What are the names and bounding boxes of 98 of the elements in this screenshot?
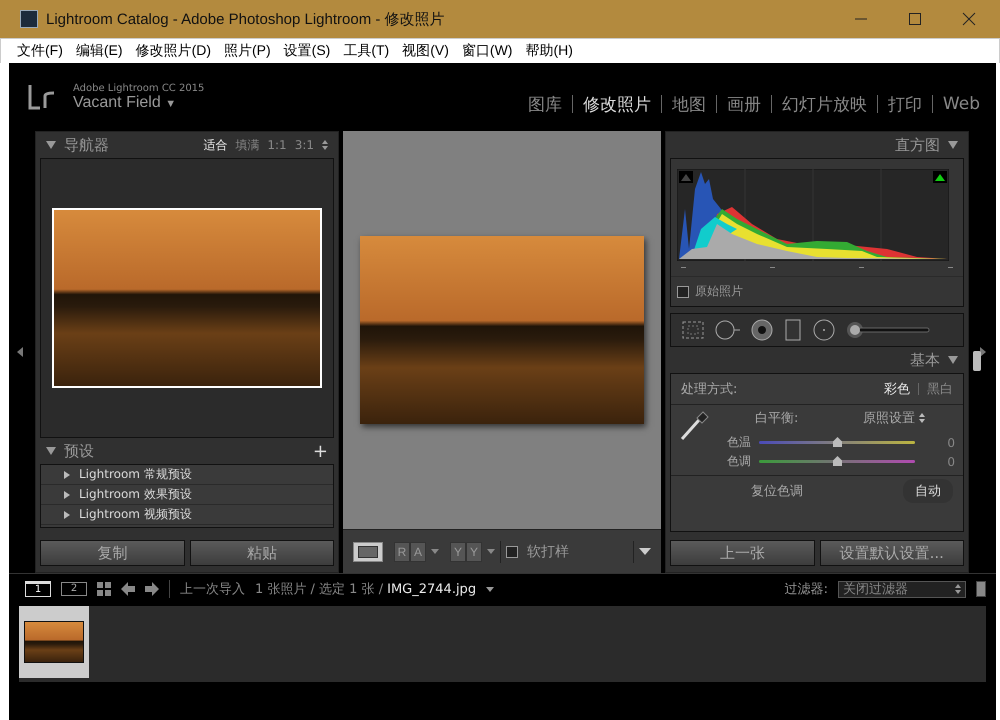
module-tab[interactable]: 幻灯片放映 <box>782 92 867 116</box>
collapse-icon[interactable] <box>948 356 958 364</box>
forward-arrow-icon[interactable] <box>145 582 159 596</box>
zoom-option[interactable]: 1:1 <box>267 138 287 152</box>
treatment-label: 处理方式: <box>681 381 738 398</box>
module-tab[interactable]: 图库 <box>528 92 562 116</box>
back-arrow-icon[interactable] <box>121 582 135 596</box>
close-icon[interactable] <box>962 12 976 26</box>
toolbar-menu-icon[interactable] <box>639 548 651 555</box>
file-name[interactable]: IMG_2744.jpg <box>387 582 476 596</box>
identity-plate[interactable]: Vacant Field ▼ <box>73 94 204 112</box>
disclosure-icon[interactable] <box>63 470 71 478</box>
module-tab[interactable]: 地图 <box>672 92 706 116</box>
disclosure-icon[interactable] <box>63 510 71 518</box>
preset-folder-label: Lightroom 常规预设 <box>79 466 192 483</box>
soft-proof-checkbox[interactable] <box>506 546 518 558</box>
dropdown-caret-icon[interactable] <box>487 549 495 554</box>
right-panel-arrow-icon[interactable] <box>980 347 986 357</box>
module-tab[interactable]: 修改照片 <box>582 92 651 116</box>
selection-info: 1 张照片 / 选定 1 张 / <box>255 581 384 598</box>
preset-folder[interactable]: Lightroom 常规预设 <box>41 465 333 485</box>
disclosure-icon[interactable] <box>63 490 71 498</box>
slider-value: 0 <box>946 454 955 468</box>
shadow-clipping-icon[interactable] <box>679 171 693 183</box>
menu-item[interactable]: 照片(P) <box>224 42 271 60</box>
loupe-view-button[interactable] <box>353 542 383 562</box>
menu-item[interactable]: 视图(V) <box>402 42 449 60</box>
spot-removal-icon[interactable] <box>715 320 741 340</box>
panel-button[interactable]: 上一张 <box>670 540 814 566</box>
preset-folder[interactable]: Lightroom 视频预设 <box>41 505 333 525</box>
filmstrip-thumbnail[interactable] <box>19 606 89 678</box>
preset-folder[interactable]: Lightroom 效果预设 <box>41 485 333 505</box>
stepper-icon[interactable] <box>919 413 925 423</box>
panel-button[interactable]: 设置默认设置... <box>820 540 964 566</box>
dropdown-caret-icon[interactable] <box>431 549 439 554</box>
menu-item[interactable]: 帮助(H) <box>525 42 573 60</box>
maximize-icon[interactable] <box>908 12 922 26</box>
filter-dropdown[interactable]: 关闭过滤器 <box>838 580 966 598</box>
brush-size-slider-icon[interactable] <box>845 320 931 340</box>
left-panel-arrow-icon[interactable] <box>17 347 23 357</box>
filter-label: 过滤器: <box>784 581 828 598</box>
target-circle-icon[interactable] <box>751 319 773 341</box>
preset-folder-label: Lightroom 视频预设 <box>79 506 192 523</box>
window-title: Lightroom Catalog - Adobe Photoshop Lightroom - 修改照片 <box>46 10 445 28</box>
panel-button[interactable]: 粘贴 <box>190 540 334 566</box>
grid-icon[interactable] <box>97 582 111 596</box>
module-tab[interactable]: 打印 <box>888 92 922 116</box>
menu-item[interactable]: 修改照片(D) <box>136 42 211 60</box>
app-icon <box>20 10 38 28</box>
balance-dropdown[interactable]: 原照设置 <box>863 409 925 427</box>
soft-proof-label: 软打样 <box>527 542 569 560</box>
treatment-option[interactable]: 彩色 <box>884 380 910 398</box>
source-label[interactable]: 上一次导入 <box>180 580 245 598</box>
menu-item[interactable]: 窗口(W) <box>462 42 512 60</box>
auto-button[interactable]: 自动 <box>903 479 953 503</box>
zoom-option[interactable]: 适合 <box>203 136 228 154</box>
graduated-filter-icon[interactable] <box>783 319 803 341</box>
slider-label: 色调 <box>726 453 751 470</box>
preset-folder-label: Lightroom 效果预设 <box>79 486 192 503</box>
menu-item[interactable]: 工具(T) <box>343 42 390 60</box>
secondary-window-button[interactable]: 2 <box>61 582 87 596</box>
module-tab[interactable]: 画册 <box>726 92 761 116</box>
menu-item[interactable]: 文件(F) <box>17 42 63 60</box>
tone-section-label: 复位色调 <box>751 483 803 500</box>
stepper-icon[interactable] <box>322 140 328 150</box>
eyedropper-icon[interactable] <box>679 409 711 441</box>
panel-button[interactable]: 复制 <box>40 540 184 566</box>
slider-label: 色温 <box>726 434 751 451</box>
lr-logo <box>27 83 57 111</box>
zoom-option[interactable]: 3:1 <box>294 138 314 152</box>
collapse-icon[interactable] <box>46 141 56 149</box>
secondary-window-button[interactable]: 1 <box>25 581 51 597</box>
stepper-icon[interactable] <box>955 584 961 594</box>
balance-label: 白平衡: <box>755 410 798 427</box>
panel-title: 预设 <box>64 442 94 460</box>
add-preset-button[interactable]: + <box>312 440 328 462</box>
scrollbar-thumb[interactable] <box>973 351 981 371</box>
highlight-clipping-icon[interactable] <box>933 171 947 183</box>
collapse-icon[interactable] <box>948 141 958 149</box>
panel-title: 导航器 <box>64 136 109 154</box>
collapse-icon[interactable] <box>46 447 56 455</box>
slider-value: 0 <box>946 436 955 450</box>
radial-filter-icon[interactable] <box>813 319 835 341</box>
dropdown-caret-icon[interactable] <box>486 586 494 592</box>
slider-thumb[interactable] <box>833 437 842 447</box>
slider-thumb[interactable] <box>833 456 842 466</box>
panel-title: 直方图 <box>895 136 940 154</box>
original-photo-checkbox[interactable] <box>677 286 689 298</box>
zoom-option[interactable]: 填满 <box>235 136 260 154</box>
menu-item[interactable]: 设置(S) <box>284 42 330 60</box>
panel-title: 基本 <box>910 350 940 370</box>
menu-item[interactable]: 编辑(E) <box>76 42 123 60</box>
module-tab[interactable]: Web <box>942 94 980 114</box>
crop-icon[interactable] <box>681 320 705 340</box>
filter-lock-icon[interactable] <box>976 581 986 597</box>
original-photo-label: 原始照片 <box>695 283 743 300</box>
product-name: Adobe Lightroom CC 2015 <box>73 82 204 94</box>
photo-placeholder <box>24 621 84 663</box>
